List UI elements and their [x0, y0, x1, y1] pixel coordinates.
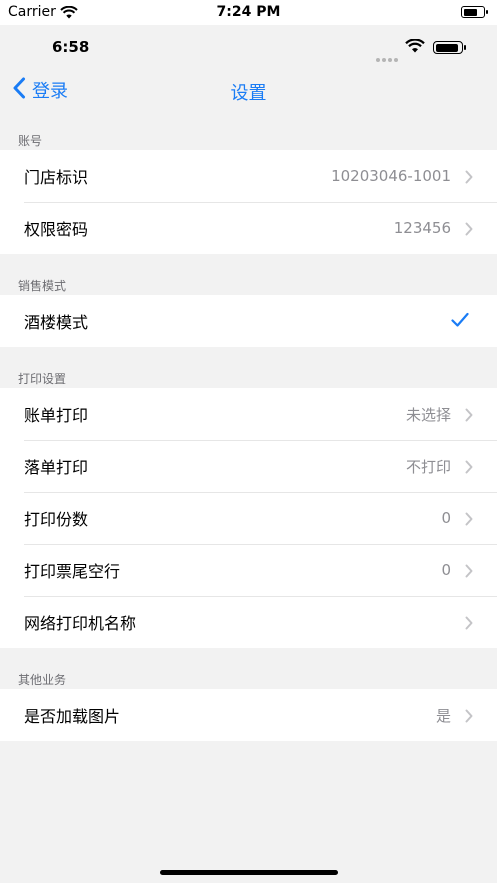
row-value: 0: [441, 509, 451, 527]
row-footer-blank-lines[interactable]: 打印票尾空行 0: [0, 544, 497, 596]
chevron-right-icon: [465, 511, 473, 530]
chevron-right-icon: [465, 708, 473, 727]
row-bill-print[interactable]: 账单打印 未选择: [0, 388, 497, 440]
row-label: 打印票尾空行: [24, 562, 121, 581]
row-value: 不打印: [405, 457, 451, 476]
section-header-sales-mode: 销售模式: [18, 279, 67, 293]
row-load-images[interactable]: 是否加载图片 是: [0, 689, 497, 741]
row-store-id[interactable]: 门店标识 10203046-1001: [0, 150, 497, 202]
row-restaurant-mode[interactable]: 酒楼模式: [0, 295, 497, 347]
chevron-right-icon: [465, 563, 473, 582]
row-value: 是: [435, 706, 451, 725]
section-header-account: 账号: [18, 134, 43, 148]
row-print-copies[interactable]: 打印份数 0: [0, 492, 497, 544]
section-sales-mode: 酒楼模式: [0, 295, 497, 347]
row-value: 123456: [393, 219, 451, 237]
section-account: 门店标识 10203046-1001 权限密码 123456: [0, 150, 497, 254]
row-order-print[interactable]: 落单打印 不打印: [0, 440, 497, 492]
chevron-right-icon: [465, 459, 473, 478]
chevron-right-icon: [465, 169, 473, 188]
battery-icon: [433, 41, 466, 54]
device-time: 6:58: [52, 38, 90, 56]
simulator-status-bar: Carrier 7:24 PM: [0, 0, 497, 25]
section-header-print-settings: 打印设置: [18, 372, 67, 386]
section-print-settings: 账单打印 未选择 落单打印 不打印 打印份数 0 打印票尾空行 0 网络打印机名…: [0, 388, 497, 648]
row-label: 账单打印: [24, 406, 89, 425]
signal-icon: [376, 47, 400, 66]
navigation-bar: 登录 设置: [0, 69, 497, 113]
section-other: 是否加载图片 是: [0, 689, 497, 741]
row-value: 未选择: [405, 405, 451, 424]
row-value: 10203046-1001: [331, 167, 451, 185]
wifi-icon: [405, 38, 425, 57]
home-indicator: [160, 870, 338, 875]
simulator-time: 7:24 PM: [216, 4, 281, 20]
chevron-right-icon: [465, 615, 473, 634]
row-label: 网络打印机名称: [24, 614, 137, 633]
section-header-other: 其他业务: [18, 673, 67, 687]
row-network-printer-name[interactable]: 网络打印机名称: [0, 596, 497, 648]
row-permission-password[interactable]: 权限密码 123456: [0, 202, 497, 254]
checkmark-icon: [451, 312, 469, 332]
row-label: 落单打印: [24, 458, 89, 477]
chevron-right-icon: [465, 407, 473, 426]
row-label: 打印份数: [24, 510, 89, 529]
chevron-right-icon: [465, 221, 473, 240]
row-label: 酒楼模式: [24, 313, 89, 332]
row-value: 0: [441, 561, 451, 579]
device-status-bar: 6:58: [0, 25, 497, 69]
page-title: 设置: [230, 83, 267, 104]
row-label: 是否加载图片: [24, 707, 121, 726]
row-label: 门店标识: [24, 168, 89, 187]
row-label: 权限密码: [24, 220, 89, 239]
battery-icon: [461, 6, 488, 18]
